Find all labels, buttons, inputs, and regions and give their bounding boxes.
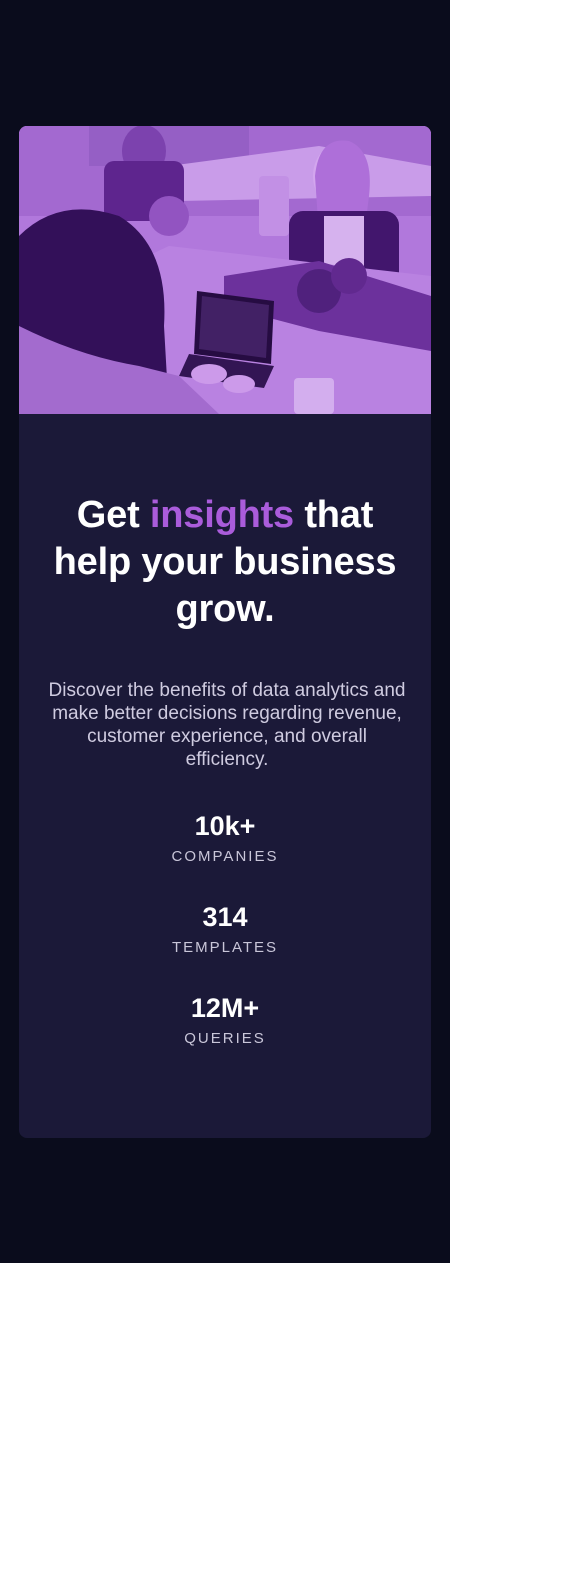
stat-label: QUERIES xyxy=(184,1030,266,1047)
stat-label: TEMPLATES xyxy=(171,939,279,956)
headline: Get insights that help your business gro… xyxy=(47,492,403,633)
card-content: Get insights that help your business gro… xyxy=(19,414,431,1049)
stat-templates: 314 TEMPLATES xyxy=(47,900,403,958)
page-background: Get insights that help your business gro… xyxy=(0,0,450,1263)
office-photo-illustration xyxy=(19,126,431,414)
stat-value: 12M+ xyxy=(190,993,260,1023)
hero-image xyxy=(19,126,431,414)
stat-label: COMPANIES xyxy=(171,848,279,865)
headline-accent-word: insights xyxy=(149,494,294,536)
stat-value: 314 xyxy=(202,902,248,932)
description: Discover the benefits of data analytics … xyxy=(48,680,406,770)
stats-list: 10k+ COMPANIES 314 TEMPLATES 12M+ QUERIE… xyxy=(47,809,403,1049)
stat-queries: 12M+ QUERIES xyxy=(47,991,403,1049)
stat-companies: 10k+ COMPANIES xyxy=(47,809,403,867)
headline-text-start: Get xyxy=(76,494,150,536)
stat-value: 10k+ xyxy=(194,811,256,841)
stats-preview-card: Get insights that help your business gro… xyxy=(19,126,431,1138)
